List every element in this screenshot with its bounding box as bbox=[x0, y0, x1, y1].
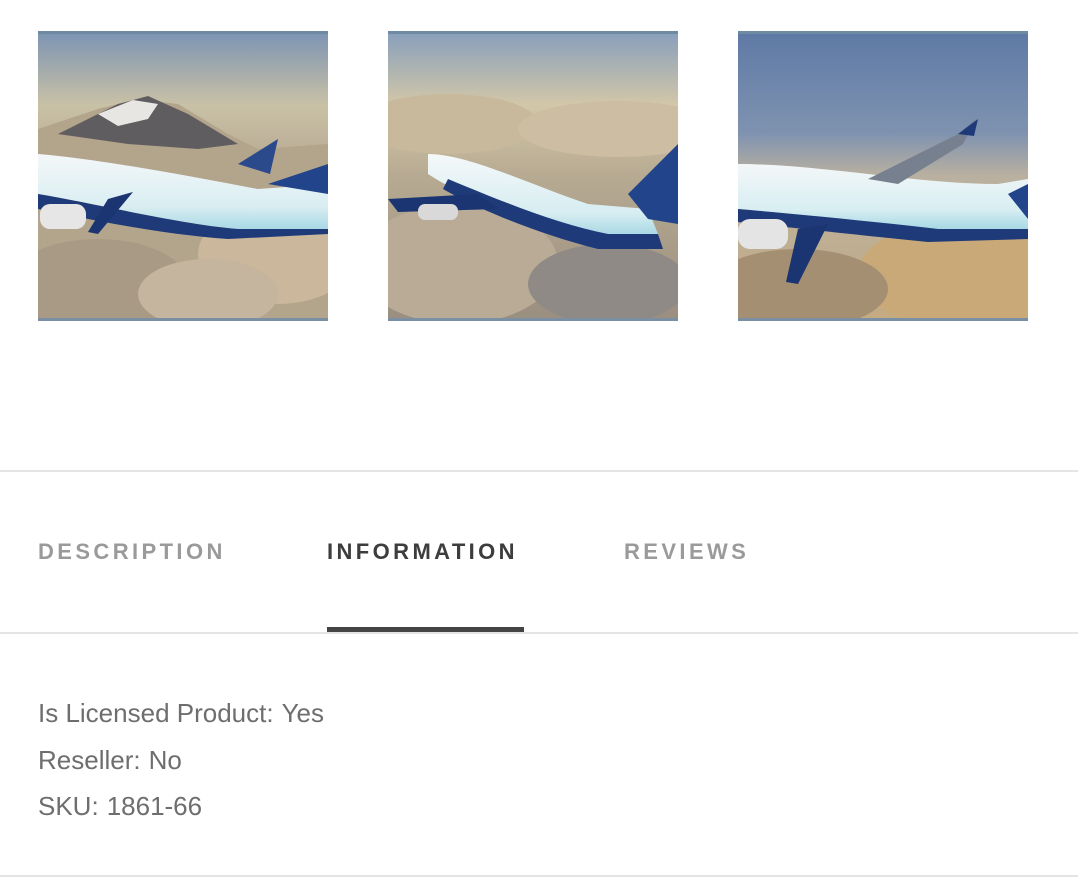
info-label: Is Licensed Product: bbox=[38, 698, 274, 728]
tab-information[interactable]: INFORMATION bbox=[327, 538, 518, 566]
info-value: Yes bbox=[281, 698, 324, 728]
info-label: SKU: bbox=[38, 791, 99, 821]
gallery-thumbnail-3[interactable] bbox=[738, 31, 1028, 321]
gallery-thumbnail-2[interactable] bbox=[388, 31, 678, 321]
airplane-photo-1 bbox=[38, 34, 328, 318]
airplane-photo-2 bbox=[388, 34, 678, 318]
product-image-gallery bbox=[38, 31, 1028, 321]
info-row-sku: SKU: 1861-66 bbox=[38, 783, 324, 830]
tab-reviews[interactable]: REVIEWS bbox=[624, 538, 749, 566]
info-value: No bbox=[148, 744, 182, 775]
tab-description[interactable]: DESCRIPTION bbox=[38, 538, 226, 566]
section-divider bbox=[0, 470, 1078, 472]
info-label: Reseller: bbox=[38, 744, 141, 775]
tabs-divider bbox=[0, 632, 1078, 634]
gallery-thumbnail-1[interactable] bbox=[38, 31, 328, 321]
info-row-reseller: Reseller: No bbox=[38, 737, 324, 784]
section-divider-bottom bbox=[0, 875, 1078, 877]
info-row-licensed: Is Licensed Product: Yes bbox=[38, 690, 324, 737]
airplane-photo-3 bbox=[738, 34, 1028, 318]
information-panel: Is Licensed Product: Yes Reseller: No SKU:… bbox=[38, 690, 324, 830]
info-value: 1861-66 bbox=[106, 791, 203, 821]
